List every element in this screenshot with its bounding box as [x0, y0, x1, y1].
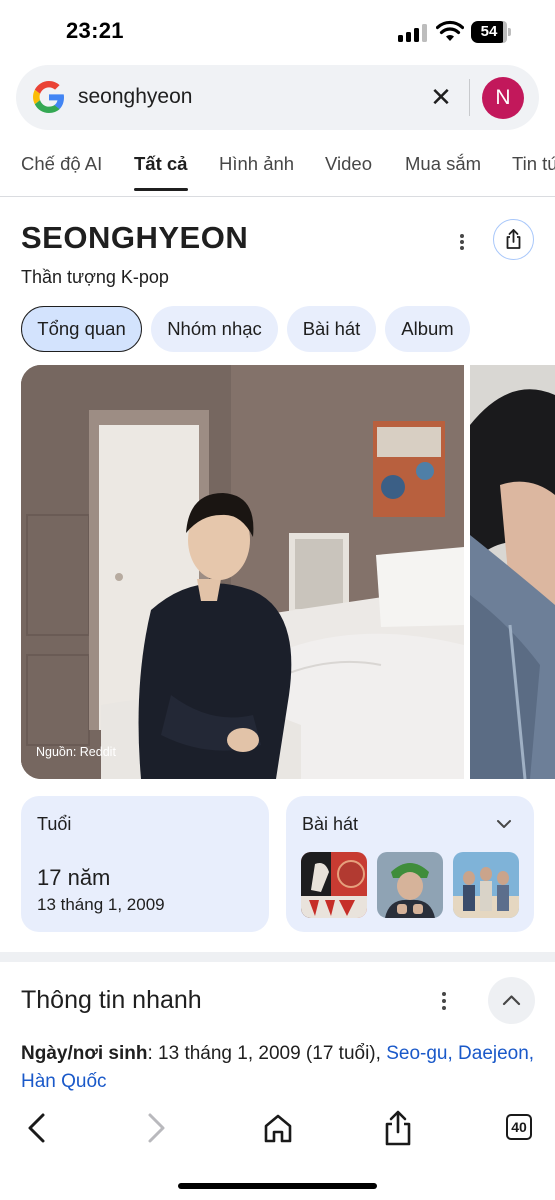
song-cover-3[interactable] [453, 852, 519, 918]
birth-text: : 13 tháng 1, 2009 (17 tuổi), [147, 1043, 387, 1064]
google-g-icon [33, 81, 64, 113]
image-source: Nguồn: Reddit [36, 745, 116, 759]
entity-subtitle: Thần tượng K-pop [21, 267, 169, 287]
birth-date: 13 tháng 1, 2009 [37, 895, 165, 914]
battery-icon: 54 [471, 21, 511, 43]
search-bar[interactable]: seonghyeon ✕ N [16, 65, 539, 130]
chevron-down-icon[interactable] [494, 814, 514, 834]
status-bar: 23:21 54 [0, 0, 555, 60]
entity-photo-2[interactable] [470, 365, 555, 779]
section-divider [0, 952, 555, 962]
photo-illustration-2 [470, 365, 555, 779]
chevron-up-icon [502, 995, 521, 1006]
search-divider [469, 79, 470, 116]
tab-news[interactable]: Tin tứ [512, 153, 555, 175]
song-cover-1-art [301, 852, 367, 918]
birth-info: Ngày/nơi sinh: 13 tháng 1, 2009 (17 tuổi… [21, 1040, 541, 1096]
songs-label: Bài hát [302, 814, 359, 834]
tab-shopping[interactable]: Mua sắm [405, 153, 481, 175]
chip-album[interactable]: Album [385, 306, 470, 352]
wifi-icon [436, 20, 464, 41]
age-value: 17 năm [37, 865, 111, 890]
tabs-icon[interactable]: 40 [506, 1114, 532, 1140]
quick-facts-title: Thông tin nhanh [21, 986, 202, 1014]
search-input[interactable]: seonghyeon [78, 85, 192, 109]
chip-songs[interactable]: Bài hát [287, 306, 376, 352]
chip-group[interactable]: Nhóm nhạc [151, 306, 278, 352]
cellular-signal-icon [398, 24, 428, 42]
song-cover-3-art [453, 852, 519, 918]
tab-images[interactable]: Hình ảnh [219, 153, 294, 175]
page-title: SEONGHYEON [21, 220, 249, 255]
share-icon[interactable] [378, 1108, 418, 1148]
chip-overview[interactable]: Tổng quan [21, 306, 142, 352]
song-cover-2[interactable] [377, 852, 443, 918]
tabs-divider [0, 196, 555, 197]
home-indicator [178, 1183, 377, 1189]
collapse-button[interactable] [488, 977, 535, 1024]
active-tab-indicator [134, 188, 188, 191]
search-tabs: Chế độ AI Tất cả Hình ảnh Video Mua sắm … [0, 150, 555, 196]
battery-level: 54 [480, 23, 498, 40]
photo-illustration [21, 365, 464, 779]
birth-label: Ngày/nơi sinh [21, 1043, 148, 1064]
entity-photo[interactable]: Nguồn: Reddit [21, 365, 464, 779]
status-time: 23:21 [66, 18, 124, 43]
avatar[interactable]: N [482, 77, 524, 119]
back-icon[interactable] [17, 1108, 57, 1148]
song-cover-1[interactable] [301, 852, 367, 918]
tab-all[interactable]: Tất cả [134, 153, 187, 175]
song-cover-2-art [377, 852, 443, 918]
close-icon[interactable]: ✕ [426, 82, 456, 112]
more-options-icon[interactable] [450, 228, 474, 256]
share-icon [506, 228, 520, 249]
age-card[interactable]: Tuổi 17 năm 13 tháng 1, 2009 [21, 796, 269, 932]
share-button[interactable] [493, 219, 534, 260]
tab-ai-mode[interactable]: Chế độ AI [21, 153, 102, 175]
forward-icon[interactable] [136, 1108, 176, 1148]
more-options-icon[interactable] [432, 990, 456, 1014]
age-label: Tuổi [37, 814, 72, 834]
tab-videos[interactable]: Video [325, 153, 372, 175]
songs-card[interactable]: Bài hát [286, 796, 534, 932]
home-icon[interactable] [258, 1108, 298, 1148]
